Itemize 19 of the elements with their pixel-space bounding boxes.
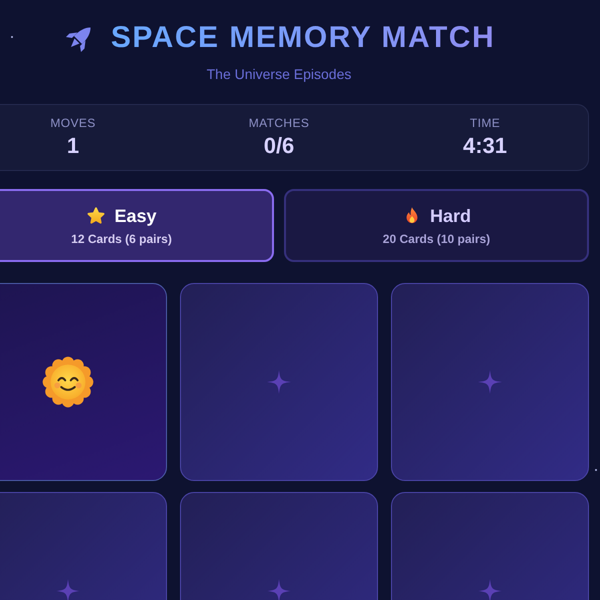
stat-label: MOVES <box>50 116 96 130</box>
stat-value: 4:31 <box>462 133 508 159</box>
star-icon <box>86 206 106 226</box>
difficulty-button[interactable]: Hard 20 Cards (10 pairs) <box>284 189 589 262</box>
sparkle-icon <box>266 369 292 395</box>
difficulty-button[interactable]: Easy 12 Cards (6 pairs) <box>0 189 274 262</box>
stat-value: 1 <box>66 133 80 159</box>
sparkle-icon <box>266 578 292 600</box>
game-subtitle: The Universe Episodes <box>206 66 352 82</box>
sparkle-icon <box>55 578 81 600</box>
sparkle-icon <box>477 578 503 600</box>
card-count-text: 12 Cards (6 pairs) <box>71 232 172 246</box>
stat-value: 0/6 <box>264 133 294 159</box>
card-count-text: 20 Cards (10 pairs) <box>382 232 490 246</box>
memory-card[interactable] <box>0 283 167 481</box>
stat-label: TIME <box>470 116 500 130</box>
stat-label: MATCHES <box>248 116 310 130</box>
sparkle-icon <box>477 369 503 395</box>
smiling-sun-icon <box>41 355 95 409</box>
